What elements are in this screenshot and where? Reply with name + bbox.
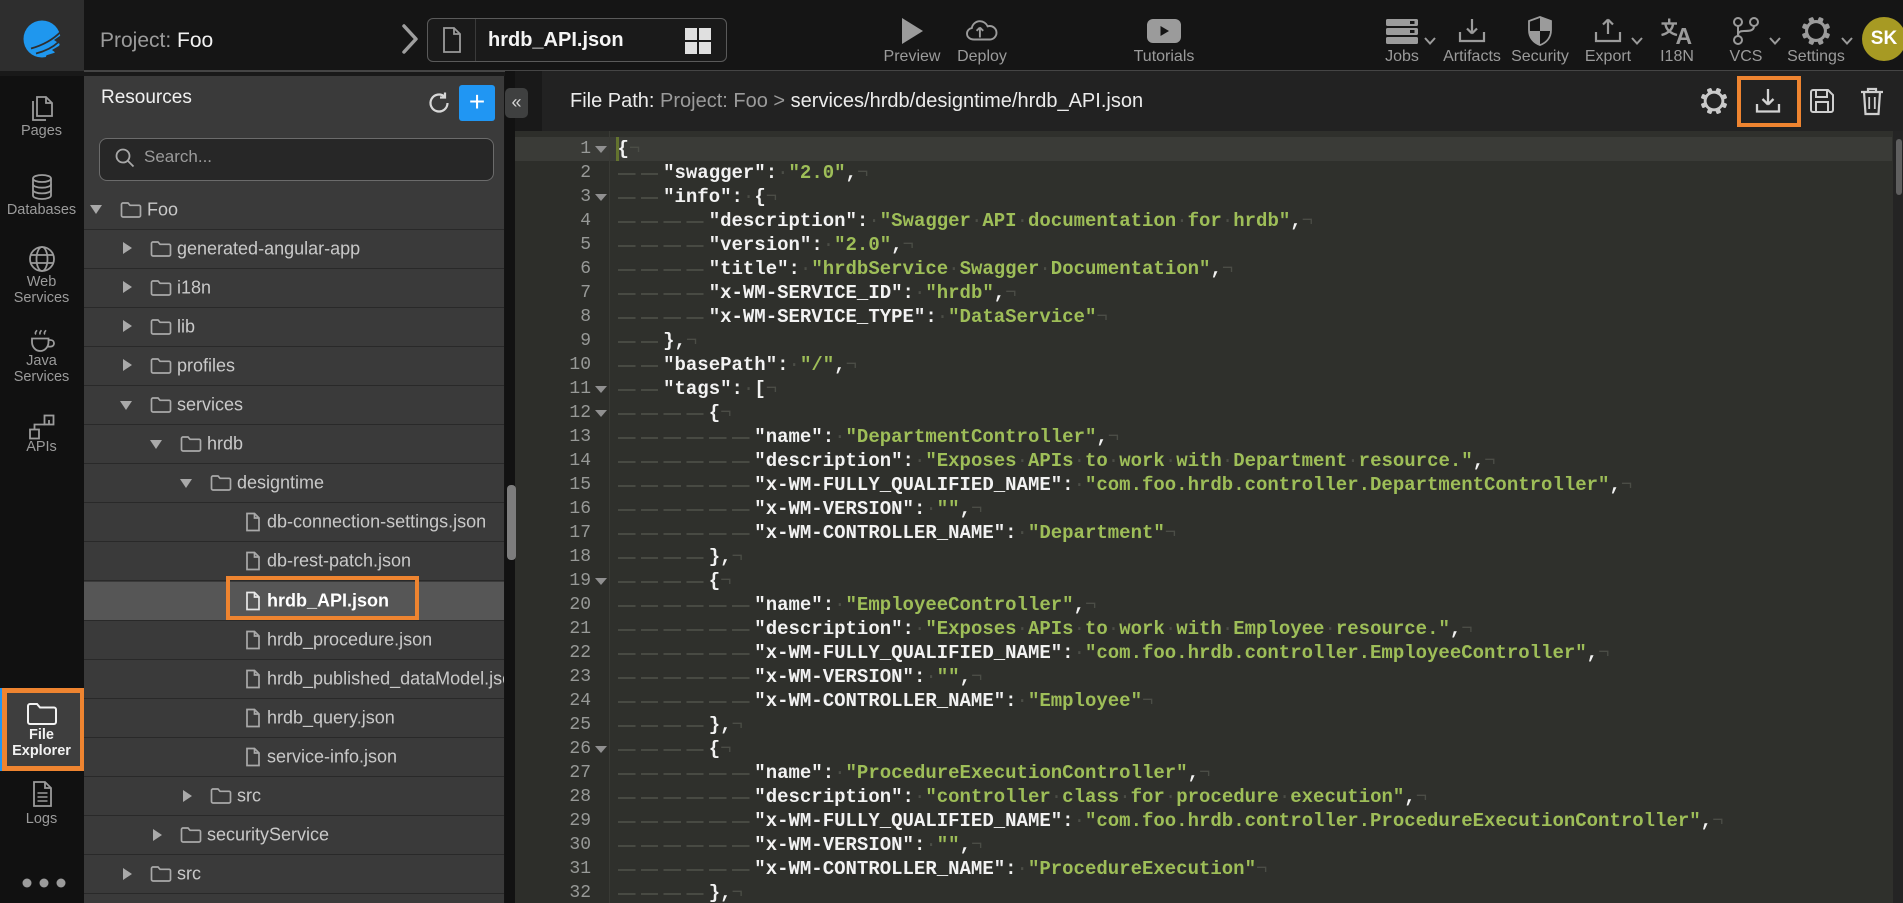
svg-text:A: A — [1676, 23, 1693, 46]
